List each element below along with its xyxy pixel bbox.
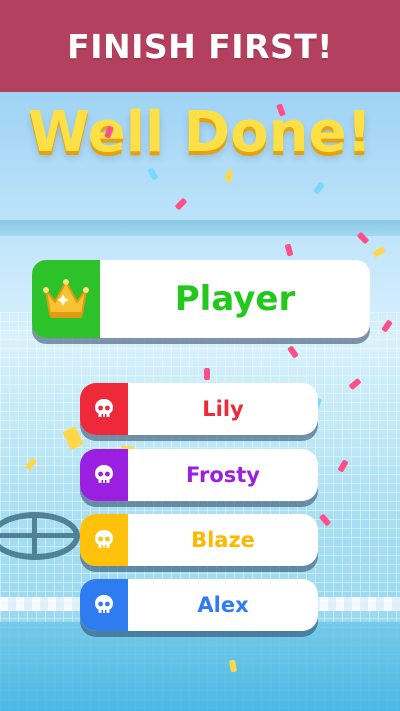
ranking-badge xyxy=(80,383,128,435)
skull-icon xyxy=(95,399,113,417)
ranking-row-blaze: Blaze xyxy=(80,514,318,566)
winner-row: Player xyxy=(32,260,370,338)
ranking-badge xyxy=(80,514,128,566)
ranking-name: Lily xyxy=(202,397,244,421)
pool-water xyxy=(0,622,400,711)
winner-name: Player xyxy=(174,279,296,319)
ranking-row-alex: Alex xyxy=(80,579,318,631)
winner-badge xyxy=(32,260,100,338)
crown-icon xyxy=(43,279,89,318)
pool-horizon xyxy=(0,220,400,236)
banner-text: FINISH FIRST! xyxy=(67,26,333,66)
ranking-row-frosty: Frosty xyxy=(80,449,318,501)
confetti-piece xyxy=(204,368,210,380)
ranking-name: Blaze xyxy=(191,528,255,552)
ranking-name: Frosty xyxy=(185,463,260,487)
ranking-row-lily: Lily xyxy=(80,383,318,435)
well-done-title: Well Done! xyxy=(28,100,372,165)
skull-icon xyxy=(95,530,113,548)
top-banner: FINISH FIRST! xyxy=(0,0,400,92)
ranking-name: Alex xyxy=(197,593,249,617)
ranking-badge xyxy=(80,579,128,631)
skull-icon xyxy=(95,595,113,613)
skull-icon xyxy=(95,465,113,483)
ranking-badge xyxy=(80,449,128,501)
